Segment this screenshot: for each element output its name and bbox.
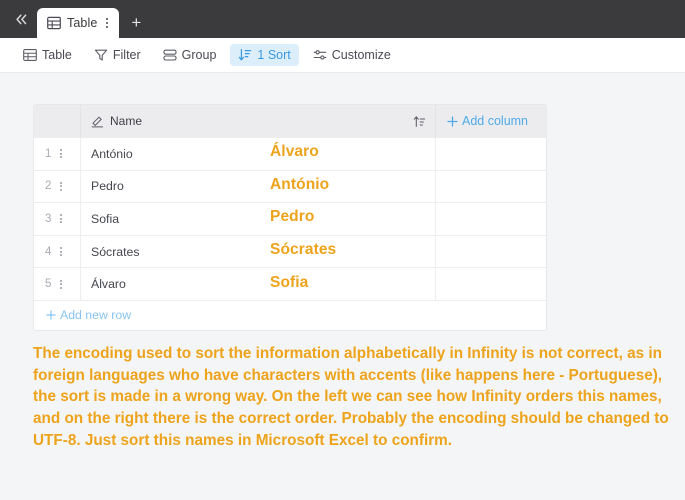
cell-name[interactable]: Álvaro: [81, 268, 436, 300]
sliders-icon: [313, 50, 327, 60]
table-grid-icon: [23, 49, 37, 61]
add-column-label: Add column: [462, 114, 529, 128]
row-number: 1: [45, 147, 52, 160]
row-gutter-cell: 1: [34, 138, 81, 170]
row-empty-cell: [436, 138, 546, 170]
toolbar-label-table: Table: [42, 48, 72, 62]
collapse-sidebar-button[interactable]: [8, 0, 34, 38]
chevrons-left-icon: [15, 13, 26, 24]
row-drag-handle-icon[interactable]: [60, 279, 62, 289]
add-new-row-label: Add new row: [60, 308, 132, 323]
sort-ascending-icon: [413, 115, 426, 127]
table-grid-icon: [47, 16, 61, 30]
annotation-text: The encoding used to sort the informatio…: [33, 345, 669, 449]
cell-name[interactable]: António: [81, 138, 436, 170]
row-empty-cell: [436, 268, 546, 300]
table-row[interactable]: 1 António: [34, 137, 546, 170]
toolbar-label-filter: Filter: [112, 48, 141, 62]
data-table: Name Add column 1 António 2 Pedro 3 Sofi…: [33, 104, 547, 331]
row-drag-handle-icon[interactable]: [60, 214, 62, 224]
row-drag-handle-icon[interactable]: [60, 181, 62, 191]
row-empty-cell: [436, 203, 546, 235]
table-row[interactable]: 5 Álvaro: [34, 267, 546, 300]
cell-name[interactable]: Pedro: [81, 170, 436, 203]
row-gutter-cell: 3: [34, 203, 81, 235]
row-gutter-cell: 4: [34, 235, 81, 268]
toolbar-item-customize[interactable]: Customize: [305, 44, 399, 66]
tab-menu-icon[interactable]: [103, 16, 110, 30]
table-header-row: Name Add column: [34, 105, 546, 137]
cell-name[interactable]: Sócrates: [81, 235, 436, 268]
plus-icon: [46, 310, 56, 321]
column-sort-indicator[interactable]: [413, 115, 426, 128]
toolbar-item-table[interactable]: Table: [15, 44, 80, 66]
toolbar-label-sort: 1 Sort: [257, 48, 291, 62]
new-tab-button[interactable]: +: [121, 8, 151, 38]
view-toolbar: Table Filter Group 1 Sort Customize: [0, 38, 685, 73]
sort-down-icon: [239, 49, 252, 61]
plus-icon: [447, 115, 458, 127]
column-header-label: Name: [110, 114, 143, 128]
tab-label: Table: [67, 16, 98, 30]
table-row[interactable]: 2 Pedro: [34, 169, 546, 203]
row-empty-cell: [436, 236, 546, 268]
sheet-area: Name Add column 1 António 2 Pedro 3 Sofi…: [0, 73, 685, 500]
row-number: 4: [45, 245, 52, 258]
window-tab-bar: Table +: [0, 0, 685, 38]
toolbar-item-group[interactable]: Group: [155, 44, 225, 66]
toolbar-item-sort[interactable]: 1 Sort: [230, 44, 299, 66]
row-gutter-cell: 5: [34, 268, 81, 300]
column-header-name[interactable]: Name: [81, 105, 436, 137]
row-number: 2: [45, 180, 52, 193]
row-number: 3: [45, 212, 52, 225]
toolbar-label-group: Group: [181, 48, 217, 62]
row-empty-cell: [436, 171, 546, 203]
add-new-row-button[interactable]: Add new row: [34, 299, 546, 330]
tab-table[interactable]: Table: [37, 8, 120, 38]
row-number: 5: [45, 278, 52, 291]
funnel-icon: [94, 49, 108, 61]
toolbar-label-customize: Customize: [331, 48, 391, 62]
row-drag-handle-icon[interactable]: [60, 149, 62, 159]
cell-name[interactable]: Sofia: [81, 203, 436, 235]
header-gutter-cell: [34, 105, 81, 137]
text-field-pencil-icon: [91, 115, 104, 127]
row-drag-handle-icon[interactable]: [60, 247, 62, 257]
table-row[interactable]: 3 Sofia: [34, 202, 546, 235]
add-column-button[interactable]: Add column: [436, 105, 546, 137]
toolbar-item-filter[interactable]: Filter: [86, 44, 149, 66]
group-rows-icon: [163, 49, 177, 61]
row-gutter-cell: 2: [34, 170, 81, 203]
table-row[interactable]: 4 Sócrates: [34, 234, 546, 268]
